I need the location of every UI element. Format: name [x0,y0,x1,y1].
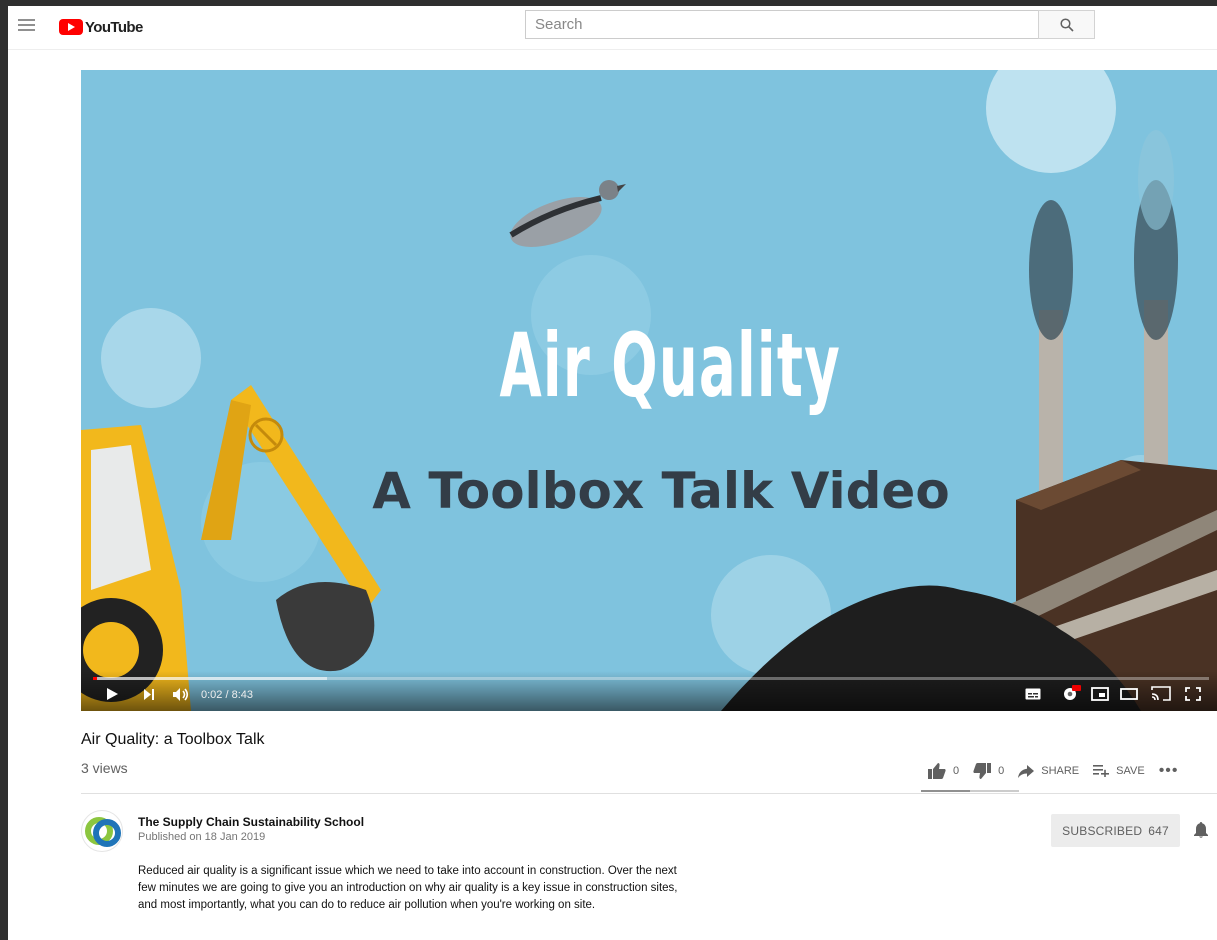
save-label: SAVE [1116,765,1145,777]
youtube-play-logo-icon [59,19,83,35]
overlay-subtitle: A Toolbox Talk Video [372,462,950,520]
share-arrow-icon [1018,764,1035,778]
thumbs-up-icon [928,763,946,779]
search-icon [1060,18,1074,32]
dislike-button[interactable]: 0 [973,763,1004,779]
masthead: YouTube Search [8,6,1217,50]
like-button[interactable]: 0 [928,763,959,779]
divider [81,793,1217,794]
next-icon[interactable] [143,689,155,700]
channel-name[interactable]: The Supply Chain Sustainability School [138,815,364,829]
video-player[interactable]: Air Quality A Toolbox Talk Video 0:02 / … [81,70,1217,711]
overlay-title: Air Quality [499,314,841,417]
progress-buffer [93,677,328,680]
theater-mode-icon[interactable] [1120,688,1138,700]
progress-bar[interactable] [93,677,1209,680]
video-title: Air Quality: a Toolbox Talk [81,731,265,748]
channel-avatar[interactable] [81,810,123,852]
play-icon[interactable] [105,687,119,701]
subscriber-count: 647 [1148,823,1169,838]
dislike-count: 0 [998,765,1005,777]
volume-icon[interactable] [172,687,190,702]
subscribed-button[interactable]: SUBSCRIBED 647 [1051,814,1180,847]
logo-text: YouTube [85,18,143,36]
playlist-add-icon [1093,765,1110,777]
subscribe-label: SUBSCRIBED [1062,823,1143,838]
save-button[interactable]: SAVE [1093,765,1145,777]
view-count: 3 views [81,760,128,776]
cast-icon[interactable] [1151,686,1171,701]
fullscreen-icon[interactable] [1185,687,1201,701]
sentiment-like-portion [921,790,970,792]
youtube-logo[interactable]: YouTube [59,17,143,37]
thumbs-down-icon [973,763,992,779]
publish-date: Published on 18 Jan 2019 [138,831,266,843]
search-input[interactable]: Search [525,10,1038,39]
sentiment-bar [921,790,1019,792]
time-display: 0:02 / 8:43 [201,689,253,701]
channel-logo-icon [85,817,121,847]
settings-gear-icon[interactable] [1061,685,1081,702]
video-description: Reduced air quality is a significant iss… [138,865,678,911]
video-actions: 0 0 SHARE SAVE ••• [928,759,1179,783]
progress-played [93,677,98,680]
more-actions-button[interactable]: ••• [1159,762,1179,780]
share-label: SHARE [1041,765,1080,777]
search-button[interactable] [1038,10,1095,39]
notification-bell-icon[interactable] [1194,822,1208,838]
subtitles-icon[interactable] [1025,688,1041,700]
share-button[interactable]: SHARE [1018,764,1080,778]
menu-icon[interactable] [18,16,38,36]
youtube-window: YouTube Search Air Quality A Toolbox Tal… [8,6,1217,940]
like-count: 0 [953,765,960,777]
miniplayer-icon[interactable] [1091,687,1109,701]
